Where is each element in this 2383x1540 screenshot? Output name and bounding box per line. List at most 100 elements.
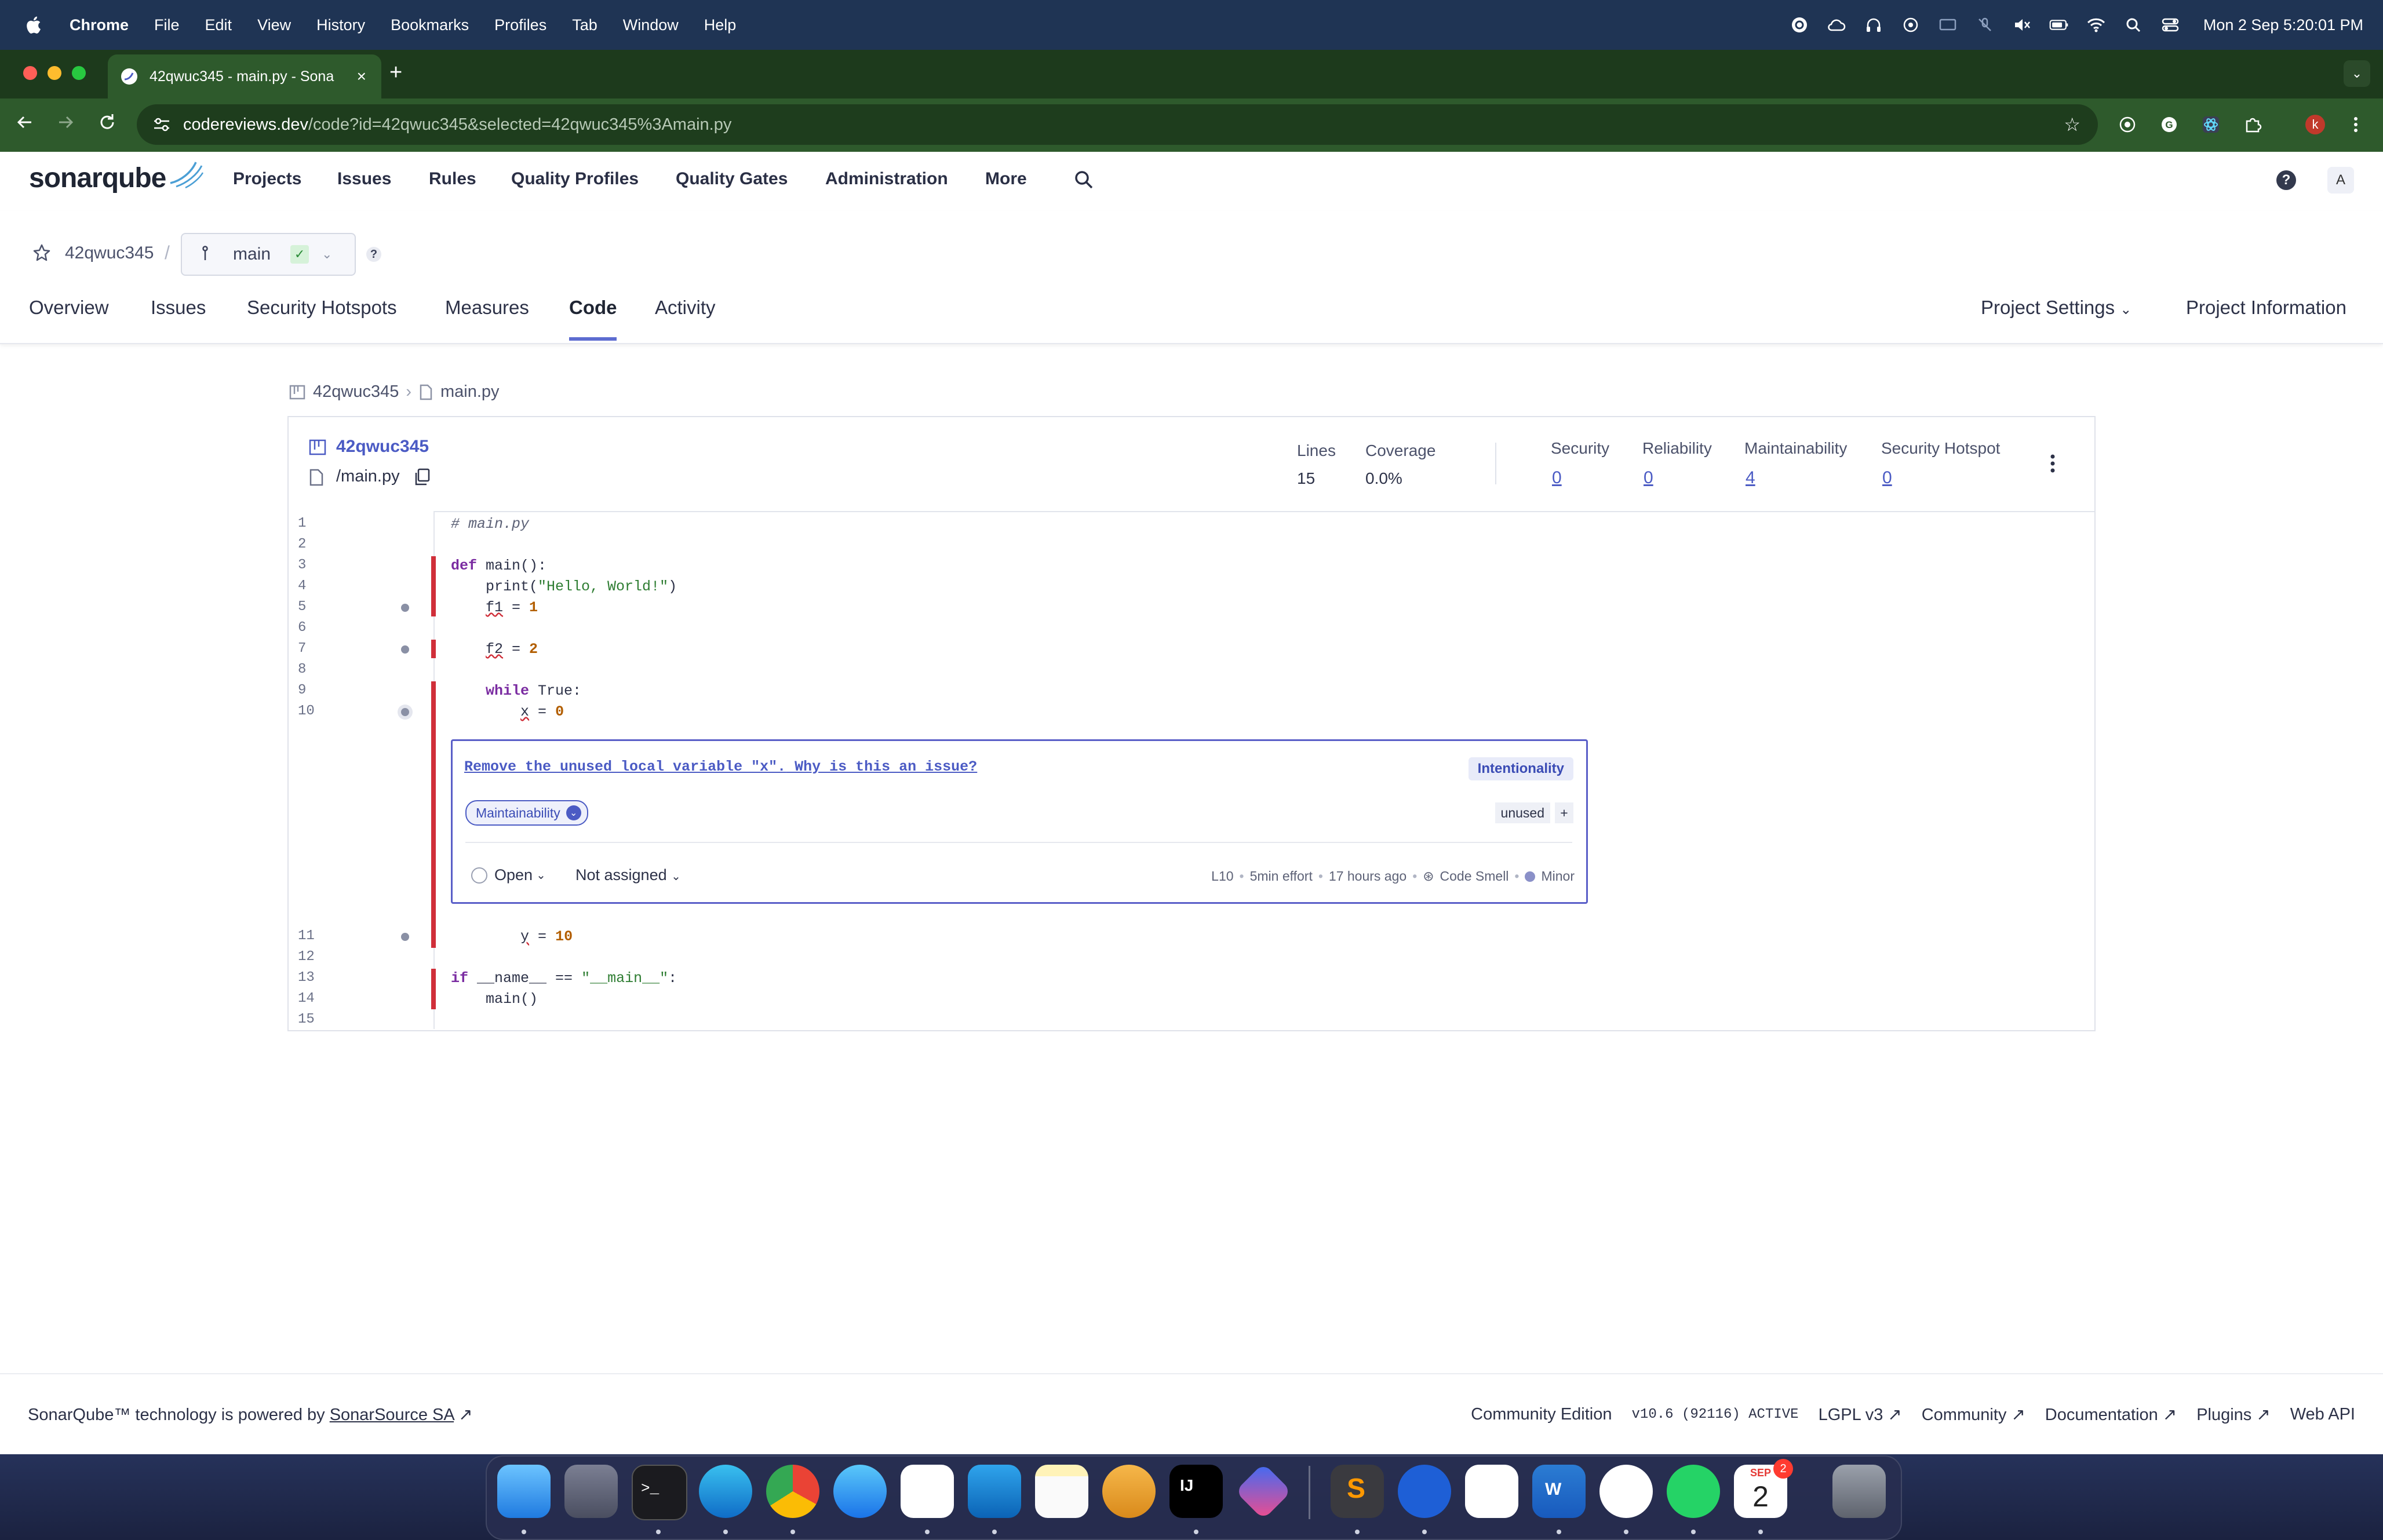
- project-name-link[interactable]: 42qwuc345: [65, 243, 154, 263]
- back-arrow-icon[interactable]: [15, 112, 35, 137]
- menu-edit[interactable]: Edit: [205, 16, 232, 34]
- issue-marker-icon[interactable]: [401, 645, 409, 654]
- issue-message-link[interactable]: Remove the unused local variable "x". Wh…: [464, 758, 977, 775]
- browser-tab-active[interactable]: 42qwuc345 - main.py - Sona ×: [108, 54, 381, 98]
- window-zoom-button[interactable]: [72, 66, 86, 80]
- footer-plugins-link[interactable]: Plugins ↗: [2196, 1404, 2271, 1425]
- menu-window[interactable]: Window: [623, 16, 679, 34]
- line-number[interactable]: 13: [298, 970, 321, 986]
- add-tag-button[interactable]: +: [1555, 802, 1573, 823]
- whatsapp-icon[interactable]: [1667, 1465, 1720, 1518]
- bookmark-star-icon[interactable]: ☆: [2064, 114, 2080, 136]
- spotlight-search-icon[interactable]: [2123, 15, 2143, 35]
- terminal-icon[interactable]: >_: [632, 1465, 687, 1520]
- line-number[interactable]: 4: [298, 578, 321, 594]
- project-information-link[interactable]: Project Information: [2186, 297, 2346, 319]
- extension-record-icon[interactable]: [2116, 114, 2138, 136]
- reload-icon[interactable]: [97, 112, 117, 137]
- volume-muted-icon[interactable]: [2012, 15, 2032, 35]
- line-number[interactable]: 1: [298, 516, 321, 531]
- nav-issues[interactable]: Issues: [337, 169, 391, 189]
- browser-menu-kebab-icon[interactable]: [2345, 114, 2367, 136]
- notes-icon[interactable]: [1035, 1465, 1088, 1518]
- footer-license-link[interactable]: LGPL v3 ↗: [1819, 1404, 1902, 1425]
- nav-quality-profiles[interactable]: Quality Profiles: [511, 169, 639, 189]
- site-settings-icon[interactable]: [152, 116, 172, 133]
- extension-grammarly-icon[interactable]: G: [2158, 114, 2180, 136]
- new-tab-button[interactable]: +: [389, 60, 402, 85]
- line-number[interactable]: 8: [298, 662, 321, 677]
- window-close-button[interactable]: [23, 66, 37, 80]
- menu-view[interactable]: View: [257, 16, 291, 34]
- menu-history[interactable]: History: [316, 16, 365, 34]
- issue-marker-icon-selected[interactable]: [401, 708, 409, 716]
- menu-bookmarks[interactable]: Bookmarks: [391, 16, 469, 34]
- issue-age[interactable]: 17 hours ago: [1329, 868, 1407, 884]
- line-number[interactable]: 6: [298, 620, 321, 636]
- apple-icon[interactable]: [24, 15, 42, 35]
- tab-overview[interactable]: Overview: [29, 297, 109, 319]
- edge-browser-icon[interactable]: [699, 1465, 752, 1518]
- issue-status-dropdown[interactable]: Open ⌄: [471, 866, 546, 884]
- chatgpt-icon[interactable]: [1465, 1465, 1518, 1518]
- line-number[interactable]: 7: [298, 641, 321, 656]
- metric-hotspot-value[interactable]: 0: [1882, 468, 1892, 488]
- sublime-text-icon[interactable]: S: [1331, 1465, 1384, 1518]
- tab-security-hotspots[interactable]: Security Hotspots: [247, 297, 397, 319]
- issue-assignee-dropdown[interactable]: Not assigned ⌄: [575, 866, 681, 884]
- nav-administration[interactable]: Administration: [825, 169, 948, 189]
- line-number[interactable]: 15: [298, 1012, 321, 1027]
- headphones-icon[interactable]: [1864, 15, 1883, 35]
- project-settings-menu[interactable]: Project Settings ⌄: [1981, 297, 2131, 319]
- metric-security-value[interactable]: 0: [1552, 468, 1562, 488]
- tab-code[interactable]: Code: [569, 297, 617, 319]
- footer-community-link[interactable]: Community ↗: [1922, 1404, 2025, 1425]
- issue-marker-icon[interactable]: [401, 604, 409, 612]
- user-avatar[interactable]: A: [2327, 167, 2354, 194]
- finder-icon[interactable]: [497, 1465, 551, 1518]
- sonarqube-logo[interactable]: sonarqube: [29, 162, 204, 194]
- menu-profiles[interactable]: Profiles: [494, 16, 546, 34]
- slack-icon[interactable]: [901, 1465, 954, 1518]
- line-number[interactable]: 14: [298, 991, 321, 1006]
- sonarsource-link[interactable]: SonarSource SA: [330, 1406, 454, 1424]
- favorite-star-icon[interactable]: [32, 243, 51, 265]
- battery-icon[interactable]: [2049, 15, 2069, 35]
- metric-maintainability-value[interactable]: 4: [1746, 468, 1755, 488]
- line-number[interactable]: 10: [298, 703, 321, 719]
- url-text[interactable]: codereviews.dev/code?id=42qwuc345&select…: [183, 115, 731, 134]
- tab-measures[interactable]: Measures: [445, 297, 529, 319]
- forward-arrow-icon[interactable]: [56, 112, 75, 137]
- tab-search-chevron-icon[interactable]: ⌄: [2344, 60, 2370, 87]
- openai-status-icon[interactable]: [1901, 15, 1921, 35]
- window-minimize-button[interactable]: [48, 66, 61, 80]
- tab-close-icon[interactable]: ×: [357, 67, 366, 86]
- line-number[interactable]: 11: [298, 928, 321, 944]
- profile-avatar[interactable]: k: [2304, 114, 2326, 136]
- nav-projects[interactable]: Projects: [233, 169, 301, 189]
- source-actions-kebab-icon[interactable]: [2049, 452, 2056, 475]
- line-number[interactable]: 12: [298, 949, 321, 965]
- nav-quality-gates[interactable]: Quality Gates: [676, 169, 788, 189]
- footer-web-api-link[interactable]: Web API: [2290, 1405, 2355, 1424]
- metric-reliability-value[interactable]: 0: [1644, 468, 1653, 488]
- branch-selector[interactable]: main ✓ ⌄: [181, 233, 356, 276]
- screen-mirror-icon[interactable]: [1938, 15, 1958, 35]
- tab-activity[interactable]: Activity: [655, 297, 716, 319]
- extensions-puzzle-icon[interactable]: [2242, 114, 2264, 136]
- wifi-icon[interactable]: [2086, 15, 2106, 35]
- menu-tab[interactable]: Tab: [572, 16, 597, 34]
- issue-box[interactable]: Remove the unused local variable "x". Wh…: [451, 739, 1588, 904]
- menu-help[interactable]: Help: [704, 16, 737, 34]
- copy-path-icon[interactable]: [413, 467, 432, 487]
- extension-react-devtools-icon[interactable]: [2200, 114, 2222, 136]
- issue-tag[interactable]: unused: [1495, 802, 1550, 823]
- address-bar[interactable]: codereviews.dev/code?id=42qwuc345&select…: [137, 104, 2098, 145]
- microsoft-word-icon[interactable]: W: [1532, 1465, 1586, 1518]
- footer-documentation-link[interactable]: Documentation ↗: [2045, 1404, 2177, 1425]
- line-number[interactable]: 5: [298, 599, 321, 615]
- line-number[interactable]: 2: [298, 537, 321, 552]
- cloud-status-icon[interactable]: [1827, 15, 1846, 35]
- nav-rules[interactable]: Rules: [429, 169, 476, 189]
- line-number[interactable]: 9: [298, 683, 321, 698]
